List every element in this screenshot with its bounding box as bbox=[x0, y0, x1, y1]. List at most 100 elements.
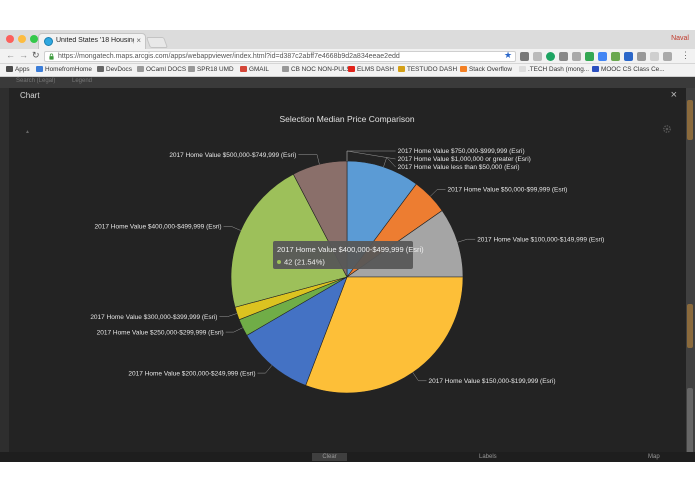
lock-icon bbox=[49, 53, 54, 60]
bookmark-item[interactable]: MOOC CS Class Ce... bbox=[592, 66, 665, 73]
slice-label: 2017 Home Value $100,000-$149,999 (Esri) bbox=[477, 236, 604, 243]
app-header-strip: Search (Legal) Legend bbox=[0, 77, 695, 88]
chart-panel: Chart × ▲ Selection Median Price Compari… bbox=[9, 88, 686, 460]
bookmark-label: .TECH Dash (mong... bbox=[528, 66, 590, 73]
map-toggle[interactable]: Map bbox=[648, 454, 660, 460]
extension-icon-1[interactable] bbox=[520, 52, 529, 61]
label-leader-line bbox=[430, 189, 446, 197]
forward-arrow-icon[interactable]: → bbox=[19, 50, 28, 60]
bookmark-item[interactable]: HomefromHome bbox=[36, 66, 92, 73]
label-leader-line bbox=[298, 154, 320, 165]
side-panel-thumb-bottom[interactable] bbox=[687, 304, 693, 348]
top-margin bbox=[0, 0, 695, 30]
extension-icon-3[interactable] bbox=[546, 52, 555, 61]
slice-label: 2017 Home Value $250,000-$299,999 (Esri) bbox=[97, 329, 224, 336]
bookmark-label: CB NOC NON-PULSE bbox=[291, 66, 355, 73]
slice-label: 2017 Home Value $1,000,000 or greater (E… bbox=[398, 156, 531, 163]
label-leader-line bbox=[219, 313, 237, 317]
extension-icon-5[interactable] bbox=[572, 52, 581, 61]
pie-chart[interactable]: Selection Median Price Comparison 2017 Ho… bbox=[9, 88, 686, 460]
bookmark-label: MOOC CS Class Ce... bbox=[601, 66, 665, 73]
bookmark-label: GMAIL bbox=[249, 66, 269, 73]
arcgis-favicon-icon bbox=[44, 37, 53, 46]
tooltip-title: 2017 Home Value $400,000-$499,999 (Esri) bbox=[277, 245, 424, 254]
extension-icon-6[interactable] bbox=[585, 52, 594, 61]
tab-close-icon[interactable]: × bbox=[136, 36, 141, 45]
side-panel-thumb-top[interactable] bbox=[687, 100, 693, 140]
browser-tab[interactable]: United States '18 Housing Ma × bbox=[38, 33, 146, 49]
tab-title: United States '18 Housing Ma bbox=[56, 37, 134, 44]
bookmarks-bar: Apps HomefromHome DevDocs OCaml DOCS SPR18 U… bbox=[0, 64, 695, 77]
minimize-window-icon[interactable] bbox=[18, 35, 26, 43]
clear-button[interactable]: Clear bbox=[312, 453, 347, 461]
bookmark-item[interactable]: CB NOC NON-PULSE bbox=[282, 66, 355, 73]
labels-toggle[interactable]: Labels bbox=[479, 454, 497, 460]
slice-label: 2017 Home Value $300,000-$399,999 (Esri) bbox=[90, 314, 217, 321]
menu-dots-icon[interactable]: ⋮ bbox=[681, 50, 690, 61]
bookmark-label: Stack Overflow bbox=[469, 66, 512, 73]
bookmark-favicon-icon bbox=[592, 66, 599, 72]
browser-tab-strip: United States '18 Housing Ma × Naval bbox=[0, 30, 695, 49]
bookmark-item[interactable]: GMAIL bbox=[240, 66, 269, 73]
extension-icon-11[interactable] bbox=[650, 52, 659, 61]
url-bar[interactable]: https://mongatech.maps.arcgis.com/apps/w… bbox=[44, 51, 516, 62]
header-strip-item-legend[interactable]: Legend bbox=[72, 78, 92, 84]
extension-icon-9[interactable] bbox=[624, 52, 633, 61]
extension-icon-12[interactable] bbox=[663, 52, 672, 61]
bookmark-label: HomefromHome bbox=[45, 66, 92, 73]
bookmark-star-icon[interactable]: ★ bbox=[504, 50, 512, 61]
bookmark-item[interactable]: ELMS DASH bbox=[348, 66, 394, 73]
web-app: Search (Legal) Legend Chart × ▲ Selectio… bbox=[0, 77, 695, 462]
bookmark-favicon-icon bbox=[460, 66, 467, 72]
bookmark-favicon-icon bbox=[137, 66, 144, 72]
slice-label: 2017 Home Value $200,000-$249,999 (Esri) bbox=[128, 370, 255, 377]
profile-name[interactable]: Naval bbox=[671, 35, 689, 42]
bookmark-item[interactable]: Apps bbox=[6, 66, 30, 73]
bookmark-item[interactable]: OCaml DOCS bbox=[137, 66, 186, 73]
bookmark-label: DevDocs bbox=[106, 66, 132, 73]
maximize-window-icon[interactable] bbox=[30, 35, 38, 43]
slice-label: 2017 Home Value $50,000-$99,999 (Esri) bbox=[448, 187, 568, 194]
label-leader-line bbox=[225, 327, 243, 333]
label-leader-line bbox=[457, 238, 476, 243]
label-leader-line bbox=[412, 372, 427, 382]
slice-label: 2017 Home Value $750,000-$999,999 (Esri) bbox=[398, 148, 525, 155]
bookmark-favicon-icon bbox=[97, 66, 104, 72]
bookmark-item[interactable]: DevDocs bbox=[97, 66, 132, 73]
tooltip-value: 42 (21.54%) bbox=[284, 258, 325, 267]
extension-icon-10[interactable] bbox=[637, 52, 646, 61]
extension-icon-8[interactable] bbox=[611, 52, 620, 61]
close-window-icon[interactable] bbox=[6, 35, 14, 43]
extension-icon-4[interactable] bbox=[559, 52, 568, 61]
reload-icon[interactable]: ↻ bbox=[32, 50, 40, 61]
bookmark-item[interactable]: SPR18 UMD bbox=[188, 66, 234, 73]
bookmark-label: ELMS DASH bbox=[357, 66, 394, 73]
url-text: https://mongatech.maps.arcgis.com/apps/w… bbox=[58, 53, 400, 60]
label-leader-line bbox=[223, 226, 241, 231]
bookmark-label: OCaml DOCS bbox=[146, 66, 187, 73]
bookmark-item[interactable]: Stack Overflow bbox=[460, 66, 512, 73]
new-tab-button[interactable] bbox=[145, 37, 169, 48]
bookmark-favicon-icon bbox=[519, 66, 526, 72]
slice-label: 2017 Home Value less than $50,000 (Esri) bbox=[398, 164, 520, 171]
bookmark-item[interactable]: .TECH Dash (mong... bbox=[519, 66, 589, 73]
right-side-panel bbox=[685, 88, 695, 462]
extension-icon-2[interactable] bbox=[533, 52, 542, 61]
bookmark-item[interactable]: TESTUDO DASH bbox=[398, 66, 457, 73]
bookmark-favicon-icon bbox=[6, 66, 13, 72]
bookmark-label: SPR18 UMD bbox=[197, 66, 234, 73]
back-arrow-icon[interactable]: ← bbox=[6, 50, 15, 60]
bottom-margin bbox=[0, 462, 695, 494]
bookmark-label: Apps bbox=[15, 66, 30, 73]
bookmark-label: TESTUDO DASH bbox=[407, 66, 458, 73]
bookmark-favicon-icon bbox=[282, 66, 289, 72]
bookmark-favicon-icon bbox=[36, 66, 43, 72]
bookmark-favicon-icon bbox=[348, 66, 355, 72]
address-toolbar: ← → ↻ https://mongatech.maps.arcgis.com/… bbox=[0, 49, 695, 64]
extension-icon-7[interactable] bbox=[598, 52, 607, 61]
bookmark-favicon-icon bbox=[188, 66, 195, 72]
header-strip-item-search[interactable]: Search (Legal) bbox=[16, 78, 55, 84]
slice-label: 2017 Home Value $500,000-$749,999 (Esri) bbox=[169, 152, 296, 159]
label-leader-line bbox=[257, 365, 273, 374]
side-scrollbar[interactable] bbox=[687, 388, 693, 458]
